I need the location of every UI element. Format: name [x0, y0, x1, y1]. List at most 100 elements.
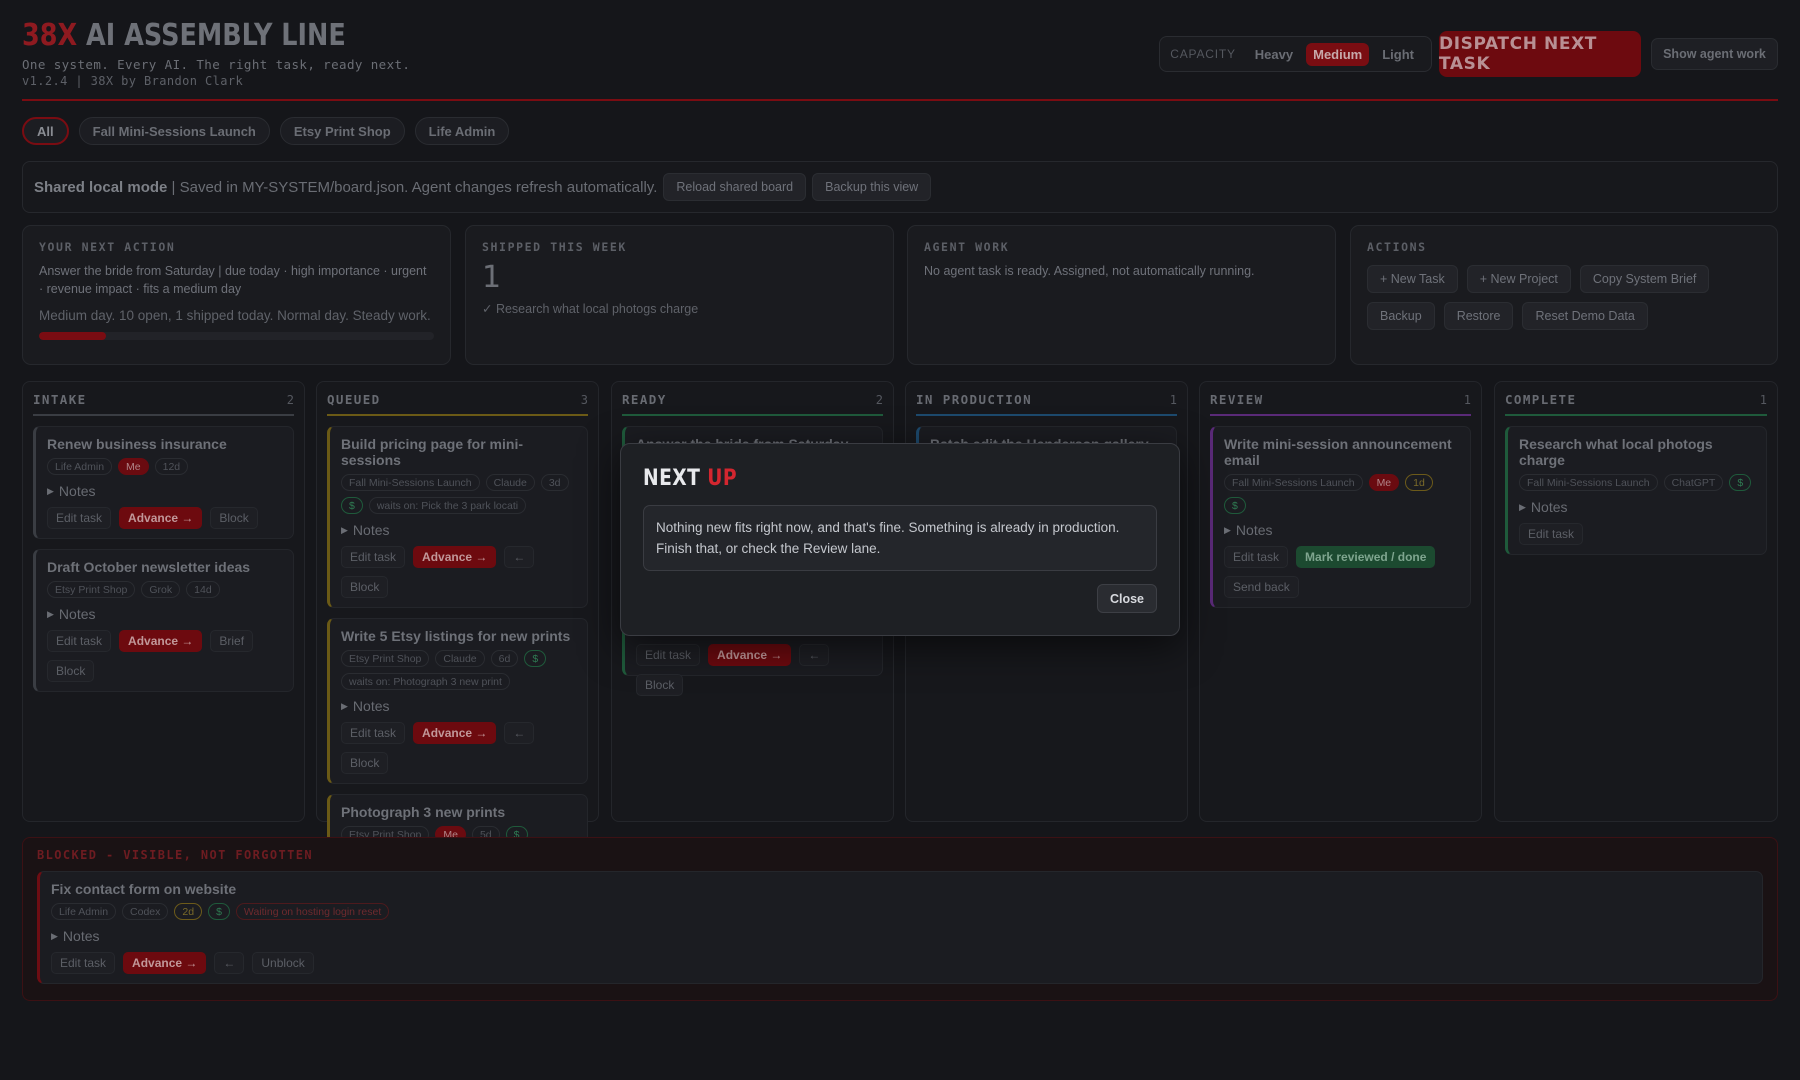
brief-button[interactable]: Brief — [210, 630, 254, 652]
task-title: Research what local photogs charge — [1519, 436, 1713, 468]
triangle-right-icon: ▶ — [1224, 524, 1231, 535]
waits-on-tag: waits on: Photograph 3 new print — [341, 673, 510, 690]
task-buttons: Edit task Mark reviewed / done Send back — [1224, 546, 1460, 598]
capacity-light[interactable]: Light — [1375, 43, 1421, 66]
day-summary: Medium day. 10 open, 1 shipped today. No… — [39, 308, 431, 323]
new-project-button[interactable]: + New Project — [1466, 265, 1571, 293]
agent-work-text: No agent task is ready. Assigned, not au… — [924, 264, 1255, 278]
project-tag: Life Admin — [51, 903, 117, 920]
filter-etsy-print-shop[interactable]: Etsy Print Shop — [279, 117, 405, 145]
card-label: YOUR NEXT ACTION — [39, 240, 176, 254]
lane-count: 2 — [875, 392, 883, 407]
triangle-right-icon: ▶ — [341, 524, 348, 535]
header: 38X AI ASSEMBLY LINE One system. Every A… — [22, 0, 1778, 101]
block-button[interactable]: Block — [47, 660, 95, 682]
next-action-text: Answer the bride from Saturday | due tod… — [39, 264, 427, 296]
filter-all[interactable]: All — [22, 117, 69, 145]
actions-grid: + New Task + New Project Copy System Bri… — [1367, 265, 1761, 330]
notes-toggle[interactable]: ▶ Notes — [341, 698, 577, 714]
project-tag: Life Admin — [47, 458, 113, 475]
task-buttons: Edit task Advance → Brief Block — [47, 630, 283, 682]
notes-toggle[interactable]: ▶ Notes — [47, 483, 283, 499]
lane-complete: COMPLETE 1 Research what local photogs c… — [1494, 381, 1778, 822]
backup-button[interactable]: Backup — [1367, 302, 1435, 330]
send-back-button[interactable]: Send back — [1224, 576, 1299, 598]
task-tags: Fall Mini-Sessions Launch ChatGPT $ — [1519, 474, 1756, 491]
dispatch-next-task-button[interactable]: DISPATCH NEXT TASK — [1439, 31, 1641, 77]
advance-button[interactable]: Advance → — [123, 952, 207, 974]
age-tag: 3d — [540, 474, 569, 491]
close-button[interactable]: Close — [1096, 584, 1157, 613]
advance-button[interactable]: Advance → — [708, 644, 792, 666]
lane-title: COMPLETE — [1505, 392, 1577, 407]
advance-button[interactable]: Advance → — [413, 546, 497, 568]
move-back-button[interactable]: ← — [214, 952, 245, 974]
triangle-right-icon: ▶ — [1519, 501, 1526, 512]
filter-fall-mini-sessions[interactable]: Fall Mini-Sessions Launch — [78, 117, 270, 145]
task-tags: Fall Mini-Sessions Launch Claude 3d $ wa… — [341, 474, 577, 514]
block-button[interactable]: Block — [210, 507, 258, 529]
task-card[interactable]: Renew business insurance Life Admin Me 1… — [33, 426, 294, 539]
copy-system-brief-button[interactable]: Copy System Brief — [1579, 265, 1710, 293]
filter-life-admin[interactable]: Life Admin — [414, 117, 510, 145]
lane-header: IN PRODUCTION 1 — [916, 392, 1177, 416]
block-button[interactable]: Block — [341, 576, 389, 598]
restore-button[interactable]: Restore — [1443, 302, 1514, 330]
owner-tag: Claude — [435, 650, 485, 667]
revenue-tag: $ — [524, 650, 547, 667]
edit-task-button[interactable]: Edit task — [636, 644, 701, 666]
task-title: Draft October newsletter ideas — [47, 559, 251, 575]
edit-task-button[interactable]: Edit task — [341, 546, 406, 568]
new-task-button[interactable]: + New Task — [1367, 265, 1458, 293]
edit-task-button[interactable]: Edit task — [1519, 523, 1584, 545]
lane-header: COMPLETE 1 — [1505, 392, 1767, 416]
task-card[interactable]: Draft October newsletter ideas Etsy Prin… — [33, 549, 294, 692]
notes-toggle[interactable]: ▶ Notes — [47, 606, 283, 622]
task-card[interactable]: Build pricing page for mini-sessions Fal… — [327, 426, 588, 608]
task-card[interactable]: Write mini-session announcement email Fa… — [1210, 426, 1471, 608]
edit-task-button[interactable]: Edit task — [341, 722, 406, 744]
reset-demo-data-button[interactable]: Reset Demo Data — [1522, 302, 1648, 330]
move-back-button[interactable]: ← — [504, 722, 535, 744]
notes-toggle[interactable]: ▶ Notes — [1224, 522, 1460, 538]
lane-count: 3 — [580, 392, 588, 407]
notes-label: Notes — [1530, 499, 1568, 515]
advance-button[interactable]: Advance → — [119, 630, 203, 652]
owner-tag: Grok — [141, 581, 181, 598]
advance-button[interactable]: Advance → — [413, 722, 497, 744]
move-back-button[interactable]: ← — [799, 644, 830, 666]
notes-toggle[interactable]: ▶ Notes — [1519, 499, 1756, 515]
capacity-medium[interactable]: Medium — [1306, 42, 1370, 66]
backup-view-button[interactable]: Backup this view — [812, 173, 932, 201]
advance-button[interactable]: Advance → — [119, 507, 203, 529]
unblock-button[interactable]: Unblock — [252, 952, 314, 974]
project-filters: All Fall Mini-Sessions Launch Etsy Print… — [22, 117, 510, 145]
block-button[interactable]: Block — [636, 674, 684, 696]
notes-toggle[interactable]: ▶ Notes — [341, 522, 577, 538]
next-up-modal: NEXT UP Nothing new fits right now, and … — [620, 443, 1180, 636]
task-tags: Life Admin Codex 2d $ Waiting on hosting… — [51, 903, 1752, 920]
notes-label: Notes — [352, 522, 390, 538]
reload-shared-board-button[interactable]: Reload shared board — [663, 173, 807, 201]
next-action-card: YOUR NEXT ACTION Answer the bride from S… — [22, 225, 451, 365]
mark-reviewed-button[interactable]: Mark reviewed / done — [1296, 546, 1436, 568]
edit-task-button[interactable]: Edit task — [47, 630, 112, 652]
notes-toggle[interactable]: ▶ Notes — [51, 928, 1752, 944]
edit-task-button[interactable]: Edit task — [51, 952, 116, 974]
task-title: Fix contact form on website — [51, 881, 237, 897]
capacity-heavy[interactable]: Heavy — [1248, 43, 1300, 66]
task-card[interactable]: Fix contact form on website Life Admin C… — [37, 871, 1763, 984]
move-back-button[interactable]: ← — [504, 546, 535, 568]
show-agent-work-button[interactable]: Show agent work — [1651, 38, 1778, 70]
shared-mode-bar: Shared local mode | Saved in MY-SYSTEM/b… — [22, 161, 1778, 213]
block-button[interactable]: Block — [341, 752, 389, 774]
task-card[interactable]: Research what local photogs charge Fall … — [1505, 426, 1767, 555]
task-card[interactable]: Write 5 Etsy listings for new prints Ets… — [327, 618, 588, 784]
task-title: Write mini-session announcement email — [1224, 436, 1452, 468]
project-tag: Fall Mini-Sessions Launch — [341, 474, 480, 491]
edit-task-button[interactable]: Edit task — [1224, 546, 1289, 568]
revenue-tag: $ — [1729, 474, 1752, 491]
app-title: 38X AI ASSEMBLY LINE — [22, 18, 352, 53]
edit-task-button[interactable]: Edit task — [47, 507, 112, 529]
triangle-right-icon: ▶ — [341, 700, 348, 711]
